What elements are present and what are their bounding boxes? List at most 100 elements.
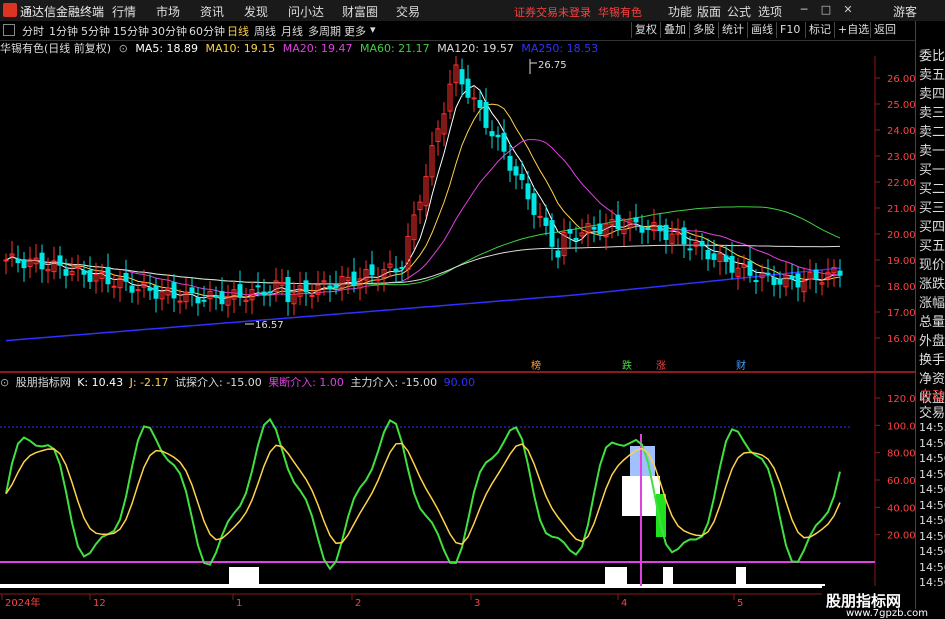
menu-item-ask[interactable]: 问小达	[288, 3, 324, 20]
price-tick-label: 17.00	[887, 308, 915, 319]
candle-body	[567, 229, 573, 234]
candle-body	[393, 268, 399, 273]
candle-body	[459, 69, 465, 85]
side-panel-label: 换手	[919, 353, 945, 368]
candle-body	[267, 291, 273, 294]
period-30min[interactable]: 30分钟	[151, 23, 187, 39]
ma5-label: MA5: 18.89	[135, 42, 199, 55]
statistics-button[interactable]: 统计	[718, 22, 747, 38]
mark-button[interactable]: 标记	[805, 22, 834, 38]
price-tick-label: 22.00	[887, 178, 915, 189]
restore-rights-button[interactable]: 复权	[631, 22, 660, 38]
side-panel-label: 外盘	[919, 334, 945, 349]
candle-body	[657, 225, 663, 232]
menu-item-discover[interactable]: 发现	[244, 3, 268, 20]
candle-body	[123, 272, 129, 282]
menu-item-market[interactable]: 行情	[112, 3, 136, 20]
menu-formula[interactable]: 公式	[727, 3, 751, 20]
candle-body	[465, 78, 471, 98]
candle-body	[711, 253, 717, 260]
candle-body	[531, 193, 537, 215]
menu-item-news[interactable]: 资讯	[200, 3, 224, 20]
period-intraday[interactable]: 分时	[22, 23, 44, 39]
ma20-label: MA20: 19.47	[282, 42, 353, 55]
side-panel-label: 现价	[919, 258, 945, 273]
add-watchlist-button[interactable]: +自选	[834, 22, 872, 38]
indicator-info-line: ⊙ 股朋指标网 K: 10.43 J: -2.17 试探介入: -15.00 果…	[0, 374, 478, 390]
period-more[interactable]: 更多	[344, 23, 366, 39]
tick-time-label: 14:56	[919, 498, 945, 512]
candle-body	[639, 226, 645, 233]
dropdown-icon[interactable]: ⊙	[119, 42, 128, 55]
panel-divider[interactable]	[0, 371, 915, 373]
overlay-button[interactable]: 叠加	[660, 22, 689, 38]
candle-body	[375, 278, 381, 281]
date-tick-label: 4	[621, 598, 627, 609]
candle-body	[63, 269, 69, 276]
candle-body	[747, 260, 753, 276]
back-button[interactable]: 返回	[870, 22, 899, 38]
multi-stock-button[interactable]: 多股	[689, 22, 718, 38]
signal-block	[229, 567, 259, 585]
candle-body	[501, 132, 507, 152]
test-entry-label: 试探介入: -15.00	[175, 376, 262, 389]
candle-body	[369, 264, 375, 276]
candle-body	[705, 249, 711, 260]
candle-body	[261, 291, 267, 296]
indicator-toggle-icon[interactable]: ⊙	[0, 376, 9, 389]
login-status[interactable]: 证券交易未登录 华锡有色	[514, 4, 642, 20]
period-daily[interactable]: 日线	[227, 23, 249, 39]
menu-function[interactable]: 功能	[668, 3, 692, 20]
level-label: 90.00	[443, 376, 476, 389]
side-panel-auto-label: 交易	[919, 406, 945, 421]
ma10-label: MA10: 19.15	[205, 42, 276, 55]
price-tick-label: 24.00	[887, 126, 915, 137]
tick-time-label: 14:56	[919, 514, 945, 527]
candle-body	[3, 259, 9, 262]
panel-toggle-icon[interactable]	[3, 24, 15, 36]
candle-body	[147, 287, 153, 291]
period-60min[interactable]: 60分钟	[189, 23, 225, 39]
watermark-url: www.7gpzb.com	[846, 608, 928, 619]
indicator-name[interactable]: 股朋指标网	[16, 376, 71, 389]
chevron-down-icon[interactable]: ▾	[370, 23, 376, 36]
tick-time-label: 14:56	[919, 452, 945, 465]
decisive-entry-label: 果断介入: 1.00	[268, 376, 344, 389]
side-panel-label: 卖五	[919, 68, 945, 83]
candle-body	[135, 289, 141, 292]
period-5min[interactable]: 5分钟	[81, 23, 110, 39]
date-tick-label: 2	[355, 598, 361, 609]
menu-layout[interactable]: 版面	[697, 3, 721, 20]
restore-icon[interactable]: □	[818, 2, 834, 18]
menu-item-trade[interactable]: 交易	[396, 3, 420, 20]
date-tick-label: 3	[474, 598, 480, 609]
ma120-label: MA120: 19.57	[437, 42, 514, 55]
candle-body	[495, 134, 501, 138]
candle-body	[513, 166, 519, 176]
f10-button[interactable]: F10	[776, 22, 803, 38]
menu-item-shichang[interactable]: 市场	[156, 3, 180, 20]
price-tick-label: 26.00	[887, 74, 915, 85]
date-tick-label: 1	[236, 598, 242, 609]
candle-body	[525, 183, 531, 200]
menu-item-wealth[interactable]: 财富圈	[342, 3, 378, 20]
period-1min[interactable]: 1分钟	[49, 23, 78, 39]
kline-chart[interactable]: 26.00 25.00 24.00 23.00 22.00 21.00 20.00 19.00…	[0, 56, 915, 609]
period-weekly[interactable]: 周线	[254, 23, 276, 39]
draw-line-button[interactable]: 画线	[747, 22, 776, 38]
user-guest[interactable]: 游客	[893, 3, 917, 20]
price-tick-label: 23.00	[887, 152, 915, 163]
period-15min[interactable]: 15分钟	[113, 23, 149, 39]
close-icon[interactable]: ✕	[840, 2, 856, 18]
candle-body	[201, 299, 207, 302]
menu-bar: 通达信金融终端 行情 市场 资讯 发现 问小达 财富圈 交易 证券交易未登录 华…	[0, 0, 945, 22]
candle-body	[795, 273, 801, 288]
candle-body	[765, 272, 771, 275]
period-multi[interactable]: 多周期	[308, 23, 341, 39]
k-value-label: K: 10.43	[77, 376, 124, 389]
menu-options[interactable]: 选项	[758, 3, 782, 20]
period-monthly[interactable]: 月线	[281, 23, 303, 39]
minimize-icon[interactable]: ─	[796, 2, 812, 18]
candle-body	[723, 255, 729, 262]
candle-body	[399, 266, 405, 269]
